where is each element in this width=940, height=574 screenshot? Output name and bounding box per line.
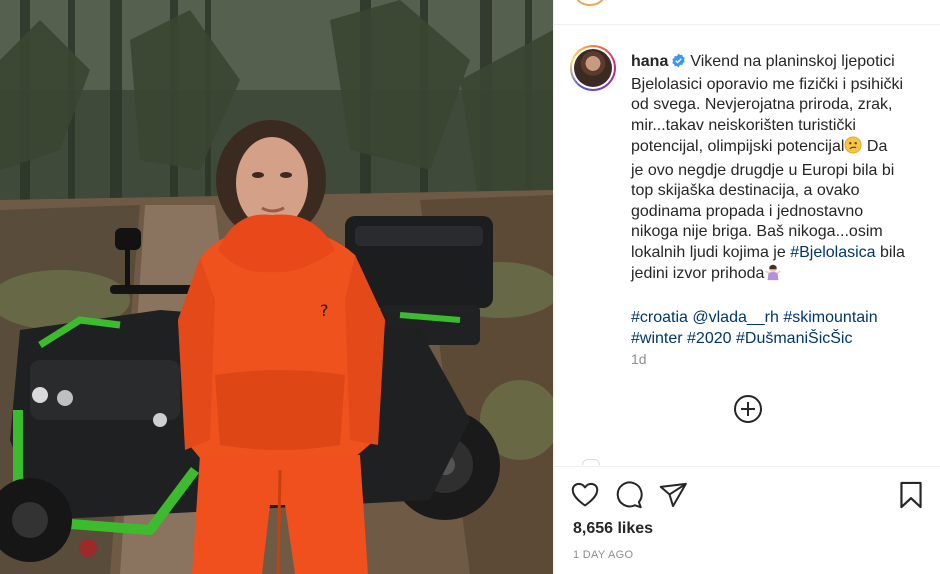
caption-line: Da (862, 138, 888, 155)
caption-line: bila (875, 243, 905, 261)
caption-text: hana Vikend na planinskoj ljepotici Bjelo… (631, 52, 931, 349)
caption-line: potencijal, olimpijski potencijal (631, 138, 845, 155)
photo-illustration: ? (0, 0, 553, 574)
woman-shrugging-emoji (764, 263, 782, 288)
bookmark-icon[interactable] (896, 480, 926, 510)
caption-age: 1d (631, 351, 647, 367)
hashtags-block: #croatia @vlada__rh #skimountain #winter… (631, 308, 931, 349)
avatar[interactable] (570, 45, 616, 91)
post-photo[interactable]: ? (0, 0, 553, 574)
heart-icon[interactable] (570, 480, 600, 510)
plus-circle-icon[interactable] (734, 395, 762, 423)
caption-line: godinama propada i jednostavno (631, 202, 864, 220)
likes-count[interactable]: 8,656 likes (573, 520, 653, 538)
action-bar (570, 480, 927, 510)
caption-line: lokalnih ljudi kojima je (631, 243, 791, 261)
mention-link[interactable]: @vlada__rh (692, 309, 779, 326)
hashtag-link[interactable]: #croatia (631, 309, 688, 326)
caption-line: Vikend na planinskoj ljepotici (690, 53, 895, 70)
verified-badge-icon (671, 53, 686, 75)
caption-line: Bjelolasici oporavio me fizički i psihič… (631, 75, 904, 93)
hashtag-bjelolasica-link[interactable]: #Bjelolasica (790, 244, 875, 261)
caption-line: jedini izvor prihoda (631, 265, 765, 282)
top-divider (554, 24, 940, 25)
username-link[interactable]: hana (631, 53, 668, 70)
caption-line: je ovo negdje drugdje u Europi bila bi (631, 161, 895, 179)
hashtag-link[interactable]: #2020 (687, 330, 732, 347)
caption-line: nikoga nije briga. Baš nikoga...osim (631, 223, 883, 240)
post-timestamp: 1 DAY AGO (573, 549, 634, 561)
caption-line: od svega. Nevjerojatna priroda, zrak, (631, 96, 893, 113)
comment-avatar-stub (582, 459, 600, 465)
confused-face-emoji (844, 136, 862, 161)
post-side-panel: hana Vikend na planinskoj ljepotici Bjelo… (553, 0, 940, 574)
caption-line: mir...takav neiskorišten turistički (631, 116, 856, 134)
previous-avatar-stub (573, 0, 607, 6)
caption-line: top skijaška destinacija, a ovako (631, 182, 860, 199)
hashtag-link[interactable]: #winter (631, 330, 683, 347)
svg-text:?: ? (320, 301, 329, 320)
paper-plane-icon[interactable] (658, 480, 688, 510)
actions-divider (554, 466, 940, 467)
comment-bubble-icon[interactable] (614, 480, 644, 510)
hashtag-link[interactable]: #skimountain (783, 309, 877, 326)
hashtag-link[interactable]: #DušmaniŠicŠic (736, 330, 852, 347)
